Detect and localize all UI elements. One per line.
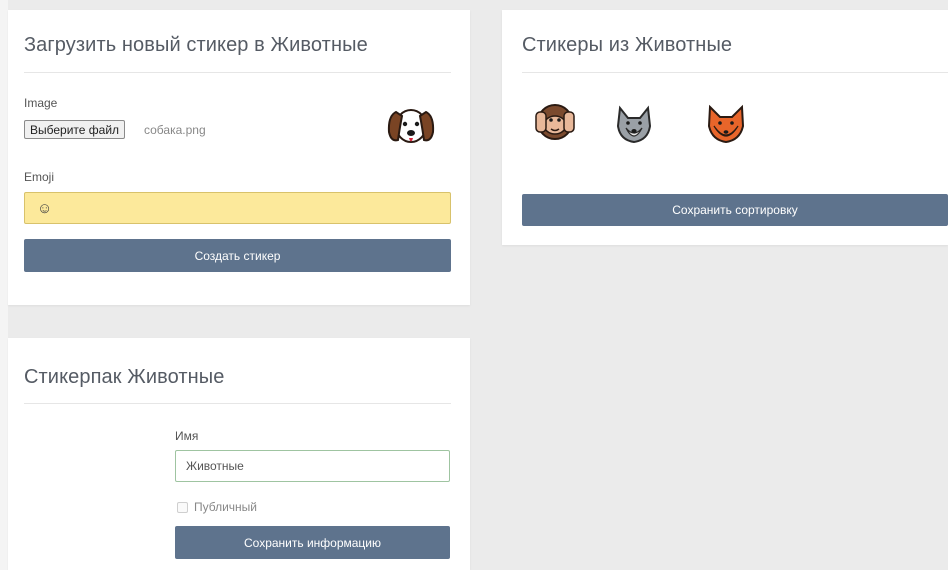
stickers-divider [522,72,948,73]
emoji-label: Emoji [24,170,55,184]
create-sticker-button[interactable]: Создать стикер [24,239,451,272]
image-label: Image [24,96,58,110]
emoji-value: ☺ [37,199,53,217]
pack-name-input[interactable]: Животные [175,450,450,482]
public-label: Публичный [194,500,258,514]
save-info-button[interactable]: Сохранить информацию [175,526,450,559]
monkey-hear-no-evil-icon [535,104,575,140]
selected-file-name: собака.png [144,123,206,137]
pack-title: Стикерпак Животные [24,366,225,388]
pack-name-value: Животные [186,459,244,473]
upload-divider [24,72,451,73]
stickers-title: Стикеры из Животные [522,34,733,56]
sticker-item[interactable] [612,102,656,146]
sticker-item[interactable] [704,102,748,146]
public-checkbox[interactable] [177,502,188,513]
page-left-edge [0,0,8,570]
choose-file-button[interactable]: Выберите файл [24,120,126,139]
sticker-item[interactable] [533,100,577,144]
pack-divider [24,403,451,404]
save-sorting-button[interactable]: Сохранить сортировку [522,194,948,226]
fox-face-icon [707,104,745,144]
sticker-pack-card: Стикерпак Животные Имя Животные Публичны… [8,338,470,570]
wolf-face-icon [616,105,652,144]
emoji-input[interactable]: ☺ [24,192,451,224]
stickers-list-card: Стикеры из Животные Сохранить сортировку [502,10,948,245]
upload-title: Загрузить новый стикер в Животные [24,34,368,56]
upload-sticker-card: Загрузить новый стикер в Животные Image … [8,10,470,305]
name-label: Имя [175,429,199,443]
dog-face-icon [387,109,435,143]
sticker-preview [386,102,436,150]
